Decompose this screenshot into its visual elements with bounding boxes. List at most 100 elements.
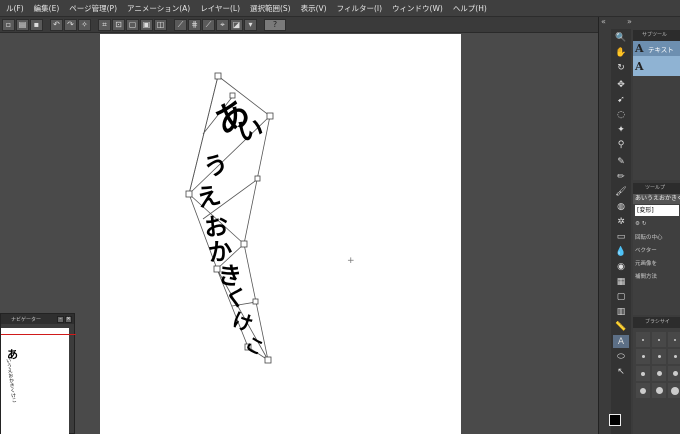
move-icon[interactable]: ✥ [613, 78, 629, 91]
tool-property-title: あいうえおかきくけ [633, 194, 680, 204]
subtool-header: サブツール [633, 30, 680, 41]
balloon-icon[interactable]: ⬭ [613, 350, 629, 363]
interpolation-label: 補間方法 [635, 273, 658, 280]
brush-size-option[interactable] [652, 349, 666, 364]
invert-selection-icon[interactable]: ▣ [140, 18, 153, 31]
dock-collapse-icon[interactable]: « [601, 17, 606, 29]
menu-selection[interactable]: 選択範囲(S) [246, 0, 297, 17]
navigator-preview-text-2: いうえおかきくけこ [4, 357, 18, 404]
decoration-icon[interactable]: ✲ [613, 215, 629, 228]
transform-mode-row[interactable]: ⚙ ↻ [633, 217, 680, 230]
vector-checkbox[interactable]: ベクター [633, 243, 680, 256]
airbrush-icon[interactable]: ◍ [613, 200, 629, 213]
menu-filter[interactable]: フィルター(I) [333, 0, 388, 17]
navigator-title: ナビゲーター [11, 316, 42, 323]
fill-icon[interactable]: ◉ [613, 260, 629, 273]
clear-icon[interactable]: ✧ [78, 18, 91, 31]
gear-icon[interactable]: ⚙ [635, 221, 640, 227]
main-color-swatch[interactable] [609, 414, 621, 426]
brush-size-header: ブラシサイ [633, 317, 680, 328]
auto-select-icon[interactable]: ✦ [613, 123, 629, 136]
selection-border-icon[interactable]: ◫ [154, 18, 167, 31]
menu-help[interactable]: ヘルプ(H) [449, 0, 493, 17]
help-icon[interactable]: ? [264, 18, 286, 31]
scale-icon[interactable]: ⊡ [112, 18, 125, 31]
snap-special-ruler-icon[interactable]: ⟋ [202, 18, 215, 31]
rotation-center-marker[interactable]: + [347, 256, 355, 266]
menu-window[interactable]: ウィンドウ(W) [388, 0, 449, 17]
brush-icon[interactable]: 🖌 [613, 185, 629, 198]
hand-icon[interactable]: ✋ [613, 46, 629, 59]
transform-icon[interactable]: ⌗ [98, 18, 111, 31]
tool-palette: 🔍 ✋ ↻ ✥ ➹ ◌ ✦ ⚲ ✎ ✏ 🖌 ◍ ✲ ▭ 💧 ◉ ▦ ▢ ▥ 📏 … [611, 29, 631, 434]
original-image-checkbox[interactable]: 元画像を [633, 256, 680, 269]
menu-file[interactable]: ル(F) [2, 0, 30, 17]
rotate-mode-icon[interactable]: ↻ [642, 221, 647, 227]
text-transform-overlay[interactable] [100, 34, 461, 434]
snap-icon[interactable]: ⌖ [216, 18, 229, 31]
brush-size-option[interactable] [636, 366, 650, 381]
brush-size-option[interactable] [652, 366, 666, 381]
navigator-header: ナビゲーター – ✕ [1, 314, 74, 324]
subtool-text-item[interactable]: A テキスト [633, 41, 680, 56]
brush-size-option[interactable] [668, 332, 680, 347]
frame-border-icon[interactable]: ▥ [613, 305, 629, 318]
menu-animation[interactable]: アニメーション(A) [123, 0, 196, 17]
deselect-icon[interactable]: ▢ [126, 18, 139, 31]
undo-icon[interactable]: ↶ [50, 18, 63, 31]
eraser-icon[interactable]: ▭ [613, 230, 629, 243]
close-button[interactable]: ✕ [65, 315, 72, 323]
subtool-panel: サブツール A テキスト A [633, 30, 680, 180]
menu-page[interactable]: ページ管理(P) [65, 0, 123, 17]
subtool-group[interactable]: A [633, 56, 680, 76]
ruler-icon[interactable]: 📏 [613, 320, 629, 333]
rotate-icon[interactable]: ↻ [613, 61, 629, 74]
workspace: あ い う え お か き く け こ + [0, 33, 600, 434]
figure-icon[interactable]: ▢ [613, 290, 629, 303]
menu-view[interactable]: 表示(V) [297, 0, 333, 17]
brush-size-option[interactable] [668, 383, 680, 398]
rotation-center-label: 回転の中心 [635, 234, 663, 241]
brush-size-option[interactable] [636, 349, 650, 364]
tool-property-header: ツールプ [633, 183, 680, 194]
subtool-text-label: テキスト [648, 45, 674, 54]
correct-line-icon[interactable]: ↖ [613, 365, 629, 378]
brush-size-option[interactable] [636, 383, 650, 398]
snap-grid-icon[interactable]: ⋕ [188, 18, 201, 31]
save-icon[interactable]: ▪ [30, 18, 43, 31]
redo-icon[interactable]: ↷ [64, 18, 77, 31]
color-icon[interactable]: ◪ [230, 18, 243, 31]
blend-icon[interactable]: 💧 [613, 245, 629, 258]
brush-size-option[interactable] [668, 349, 680, 364]
menu-bar: ル(F) 編集(E) ページ管理(P) アニメーション(A) レイヤー(L) 選… [0, 0, 680, 17]
menu-edit[interactable]: 編集(E) [30, 0, 66, 17]
lasso-icon[interactable]: ◌ [613, 108, 629, 121]
gradient-icon[interactable]: ▦ [613, 275, 629, 288]
command-bar: ▫ ▤ ▪ ↶ ↷ ✧ ⌗ ⊡ ▢ ▣ ◫ ⟋ ⋕ ⟋ ⌖ ◪ ▾ ? [0, 17, 680, 33]
open-file-icon[interactable]: ▤ [16, 18, 29, 31]
dock-expand-icon[interactable]: » [627, 17, 632, 29]
navigator-panel: ナビゲーター – ✕ あ いうえおかきくけこ [0, 313, 76, 434]
zoom-icon[interactable]: 🔍 [613, 31, 629, 44]
brush-size-option[interactable] [668, 366, 680, 381]
operation-icon[interactable]: ➹ [613, 93, 629, 106]
pen-icon[interactable]: ✎ [613, 155, 629, 168]
dropdown-icon[interactable]: ▾ [244, 18, 257, 31]
text-group-icon: A [635, 59, 644, 73]
pencil-icon[interactable]: ✏ [613, 170, 629, 183]
brush-size-option[interactable] [652, 383, 666, 398]
tool-property-panel: ツールプ あいうえおかきくけ [変形] ⚙↻ 回転の中心 ベクター 元画像を 補… [633, 183, 680, 315]
snap-ruler-icon[interactable]: ⟋ [174, 18, 187, 31]
minimize-button[interactable]: – [57, 315, 64, 323]
text-tool-icon[interactable]: A [613, 335, 629, 348]
navigator-preview[interactable]: あ いうえおかきくけこ [1, 328, 69, 434]
menu-layer[interactable]: レイヤー(L) [196, 0, 246, 17]
text-subtool-icon: A [635, 42, 644, 55]
new-file-icon[interactable]: ▫ [2, 18, 15, 31]
brush-size-panel: ブラシサイ [633, 317, 680, 434]
brush-size-grid [633, 328, 680, 402]
eyedropper-icon[interactable]: ⚲ [613, 138, 629, 151]
canvas[interactable]: あ い う え お か き く け こ + [100, 34, 461, 434]
brush-size-option[interactable] [636, 332, 650, 347]
brush-size-option[interactable] [652, 332, 666, 347]
